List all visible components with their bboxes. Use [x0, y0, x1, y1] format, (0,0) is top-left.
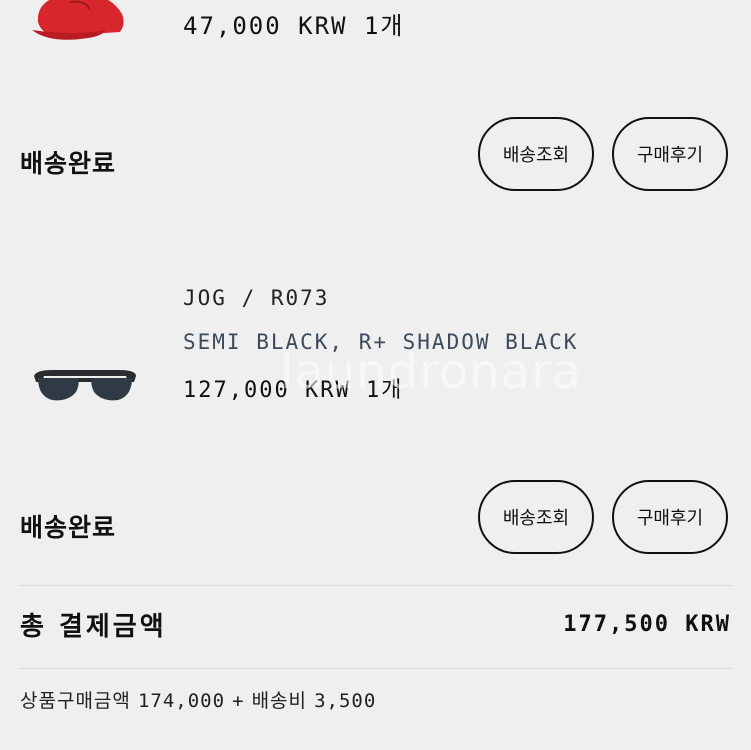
plus-sign: + [232, 690, 245, 712]
track-delivery-button[interactable]: 배송조회 [478, 480, 594, 554]
write-review-button[interactable]: 구매후기 [612, 117, 728, 191]
item-price-quantity: 47,000 KRW 1개 [183, 12, 405, 40]
divider [18, 585, 732, 586]
red-cap-icon [32, 0, 124, 40]
shipping-fee-label: 배송비 [251, 690, 308, 712]
product-brand-model: JOG / R073 [183, 286, 330, 310]
write-review-button[interactable]: 구매후기 [612, 480, 728, 554]
product-amount-label: 상품구매금액 [20, 690, 131, 712]
divider [18, 668, 732, 669]
payment-breakdown: 상품구매금액 174,000 + 배송비 3,500 [20, 686, 376, 713]
product-amount: 174,000 [137, 690, 226, 712]
delivery-status: 배송완료 [20, 149, 117, 178]
sunglasses-icon [34, 370, 136, 401]
shipping-fee-amount: 3,500 [314, 690, 377, 712]
total-payment-label: 총 결제금액 [20, 612, 167, 642]
total-payment-amount: 177,500 KRW [563, 612, 731, 637]
delivery-status: 배송완료 [20, 513, 117, 542]
watermark: laundronara [280, 344, 583, 400]
track-delivery-button[interactable]: 배송조회 [478, 117, 594, 191]
